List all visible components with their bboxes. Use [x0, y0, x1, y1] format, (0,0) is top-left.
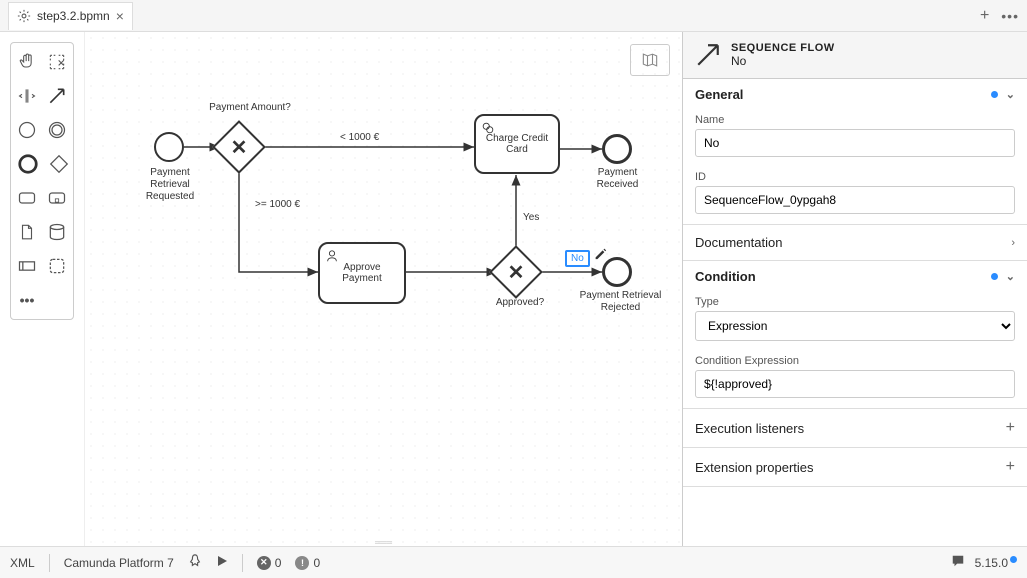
warning-count[interactable]: !0 — [295, 556, 320, 570]
element-name-label: No — [731, 54, 835, 68]
pool-icon[interactable] — [17, 253, 37, 279]
more-icon[interactable]: ••• — [1001, 8, 1019, 24]
hand-tool-icon[interactable] — [17, 49, 37, 75]
xml-toggle[interactable]: XML — [10, 556, 35, 570]
sequence-flow-no-label[interactable]: No — [565, 250, 590, 267]
properties-panel: SEQUENCE FLOW No General ⌄ Name ID Docum… — [682, 32, 1027, 546]
version-label[interactable]: 5.15.0 — [975, 556, 1017, 570]
name-label: Name — [695, 114, 1015, 126]
file-tab[interactable]: step3.2.bpmn × — [8, 2, 133, 30]
tool-palette: ••• — [0, 32, 84, 546]
condition-expr-input[interactable] — [695, 370, 1015, 398]
sequence-flow-icon — [695, 42, 721, 68]
platform-label[interactable]: Camunda Platform 7 — [64, 556, 174, 570]
subprocess-icon[interactable] — [47, 185, 67, 211]
error-icon: ✕ — [257, 556, 271, 570]
end-event-received[interactable] — [602, 134, 632, 164]
gateway-icon[interactable] — [49, 151, 69, 177]
name-input[interactable] — [695, 129, 1015, 157]
section-condition: Condition ⌄ Type Expression Condition Ex… — [683, 261, 1027, 409]
element-type-label: SEQUENCE FLOW — [731, 42, 835, 54]
chevron-down-icon: ⌄ — [1006, 88, 1015, 101]
deploy-icon[interactable] — [188, 554, 202, 571]
gear-icon — [17, 9, 31, 23]
close-icon[interactable]: × — [116, 8, 124, 24]
status-bar: XML Camunda Platform 7 ✕0 !0 5.15.0 — [0, 546, 1027, 578]
id-input[interactable] — [695, 186, 1015, 214]
condition-expr-label: Condition Expression — [695, 355, 1015, 367]
lasso-tool-icon[interactable] — [47, 49, 67, 75]
end-event-icon[interactable] — [17, 151, 39, 177]
flow-label-lt1000: < 1000 € — [340, 132, 379, 143]
new-tab-plus-icon[interactable]: + — [980, 7, 989, 25]
data-store-icon[interactable] — [47, 219, 67, 245]
task-charge-credit-card[interactable]: Charge Credit Card — [474, 114, 560, 174]
start-event-label: Payment Retrieval Requested — [135, 167, 205, 203]
type-label: Type — [695, 296, 1015, 308]
connect-tool-icon[interactable] — [47, 83, 67, 109]
warning-icon: ! — [295, 556, 309, 570]
error-count[interactable]: ✕0 — [257, 556, 282, 570]
flow-label-ge1000: >= 1000 € — [255, 199, 300, 210]
section-documentation[interactable]: Documentation › — [683, 225, 1027, 261]
properties-header: SEQUENCE FLOW No — [683, 32, 1027, 79]
section-execution-listeners[interactable]: Execution listeners + — [683, 409, 1027, 448]
panel-resize-handle[interactable]: ═══ — [364, 538, 404, 544]
section-extension-properties[interactable]: Extension properties + — [683, 448, 1027, 487]
service-task-icon — [481, 121, 495, 135]
chevron-down-icon: ⌄ — [1006, 270, 1015, 283]
task-approve-payment[interactable]: Approve Payment — [318, 242, 406, 304]
task-icon[interactable] — [17, 185, 37, 211]
space-tool-icon[interactable] — [17, 83, 37, 109]
gateway2-label: Approved? — [490, 297, 550, 309]
dot-indicator-icon — [991, 91, 998, 98]
section-header-general[interactable]: General ⌄ — [683, 79, 1027, 110]
run-icon[interactable] — [216, 555, 228, 570]
plus-icon[interactable]: + — [1006, 458, 1015, 476]
dot-indicator-icon — [991, 273, 998, 280]
data-object-icon[interactable] — [17, 219, 37, 245]
group-icon[interactable] — [47, 253, 67, 279]
more-tools-icon[interactable]: ••• — [17, 287, 37, 313]
start-event-icon[interactable] — [17, 117, 37, 143]
tab-bar: step3.2.bpmn × + ••• — [0, 0, 1027, 32]
context-pad-color-icon[interactable] — [593, 246, 607, 260]
bpmn-canvas[interactable]: Payment Retrieval Requested ✕ Payment Am… — [84, 32, 682, 546]
tab-filename: step3.2.bpmn — [37, 9, 110, 23]
start-event-node[interactable] — [154, 132, 184, 162]
flow-label-yes: Yes — [523, 212, 539, 223]
end-rejected-label: Payment Retrieval Rejected — [578, 290, 663, 314]
end-received-label: Payment Received — [590, 167, 645, 191]
update-dot-icon — [1010, 556, 1017, 563]
plus-icon[interactable]: + — [1006, 419, 1015, 437]
intermediate-event-icon[interactable] — [47, 117, 67, 143]
user-task-icon — [325, 249, 339, 263]
id-label: ID — [695, 171, 1015, 183]
section-general: General ⌄ Name ID — [683, 79, 1027, 225]
type-select[interactable]: Expression — [695, 311, 1015, 341]
end-event-rejected[interactable] — [602, 257, 632, 287]
chevron-right-icon: › — [1011, 237, 1015, 249]
gateway1-label: Payment Amount? — [195, 102, 305, 114]
feedback-icon[interactable] — [951, 554, 965, 571]
section-header-condition[interactable]: Condition ⌄ — [683, 261, 1027, 292]
